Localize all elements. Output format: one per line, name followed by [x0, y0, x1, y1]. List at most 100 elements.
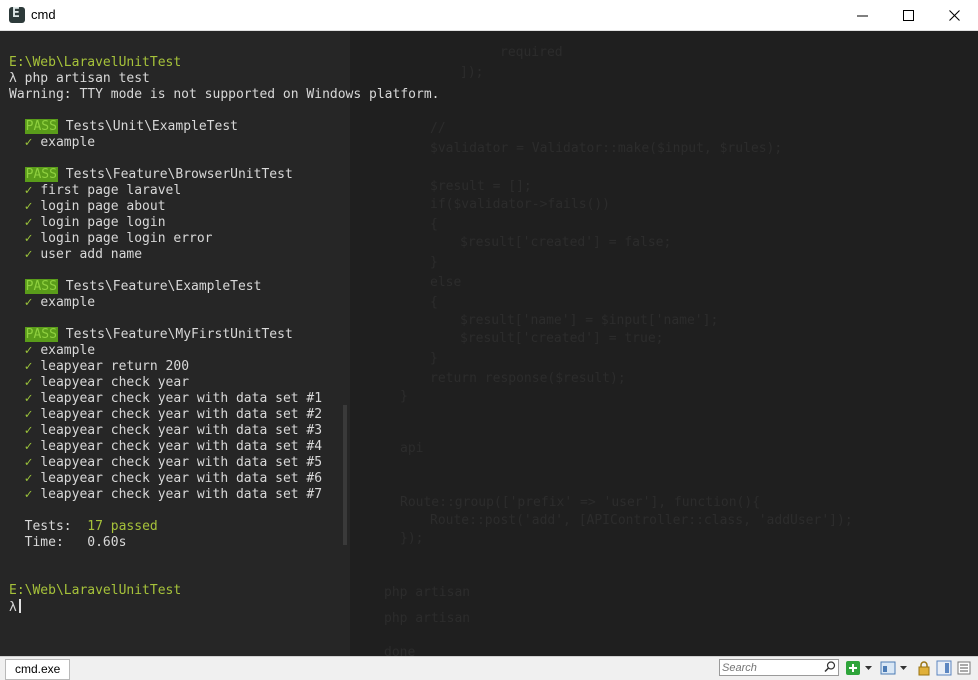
test-case-name: login page about [40, 199, 166, 214]
maximize-icon [903, 10, 914, 21]
test-suite-name: Tests\Unit\ExampleTest [65, 119, 238, 134]
test-case-name: example [40, 135, 96, 150]
check-icon: ✓ [24, 343, 33, 358]
test-case-name: first page laravel [40, 183, 182, 198]
terminal-line: PASS Tests\Feature\BrowserUnitTest [9, 167, 439, 183]
test-case-name: leapyear check year with data set #3 [40, 423, 323, 438]
prompt-path: E:\Web\LaravelUnitTest [9, 583, 182, 598]
pass-badge: PASS [24, 119, 58, 134]
test-case-name: login page login error [40, 231, 213, 246]
terminal-line: ✓ example [9, 295, 439, 311]
test-case-name: leapyear check year with data set #2 [40, 407, 323, 422]
check-icon: ✓ [24, 215, 33, 230]
test-case-name: leapyear check year [40, 375, 190, 390]
terminal-line: ✓ leapyear check year with data set #3 [9, 423, 439, 439]
check-icon: ✓ [24, 423, 33, 438]
test-suite-name: Tests\Feature\MyFirstUnitTest [65, 327, 293, 342]
minimize-icon [857, 15, 868, 17]
test-case-name: leapyear check year with data set #4 [40, 439, 323, 454]
new-console-icon[interactable] [845, 660, 861, 676]
terminal-line: ✓ leapyear check year with data set #7 [9, 487, 439, 503]
prompt-path: E:\Web\LaravelUnitTest [9, 55, 182, 70]
check-icon: ✓ [24, 391, 33, 406]
console-background-pane: required ]); // $validator = Validator::… [350, 31, 978, 656]
terminal-line: λ [9, 599, 439, 615]
command-text: php artisan test [24, 71, 150, 86]
terminal-line: ✓ login page login error [9, 231, 439, 247]
tests-passed-count: 17 passed [87, 519, 158, 534]
close-button[interactable] [932, 0, 978, 31]
check-icon: ✓ [24, 375, 33, 390]
test-case-name: example [40, 343, 96, 358]
summary-label: Tests: [24, 519, 88, 534]
test-case-name: leapyear check year with data set #6 [40, 471, 323, 486]
search-icon[interactable] [824, 661, 836, 673]
test-case-name: leapyear return 200 [40, 359, 190, 374]
terminal-line: ✓ login page login [9, 215, 439, 231]
check-icon: ✓ [24, 247, 33, 262]
check-icon: ✓ [24, 359, 33, 374]
output-text: Warning: TTY mode is not supported on Wi… [9, 87, 440, 102]
test-case-name: user add name [40, 247, 143, 262]
lock-icon[interactable] [916, 660, 932, 676]
check-icon: ✓ [24, 183, 33, 198]
check-icon: ✓ [24, 439, 33, 454]
terminal-output[interactable]: E:\Web\LaravelUnitTest λ php artisan test… [9, 55, 439, 615]
prompt-lambda: λ [9, 600, 17, 615]
terminal-line: ✓ leapyear check year with data set #1 [9, 391, 439, 407]
view-dropdown-icon[interactable] [899, 660, 909, 676]
tab-cmd-exe[interactable]: cmd.exe [5, 659, 71, 680]
test-case-name: example [40, 295, 96, 310]
split-view-icon[interactable] [936, 660, 952, 676]
check-icon: ✓ [24, 471, 33, 486]
new-console-dropdown-icon[interactable] [864, 660, 874, 676]
minimize-button[interactable] [840, 0, 886, 31]
terminal-line: λ php artisan test [9, 71, 439, 87]
test-suite-name: Tests\Feature\BrowserUnitTest [65, 167, 293, 182]
terminal-line: ✓ login page about [9, 199, 439, 215]
close-icon [949, 10, 960, 21]
pass-badge: PASS [24, 327, 58, 342]
cmder-icon [9, 6, 25, 23]
search-box[interactable] [719, 659, 839, 676]
pass-badge: PASS [24, 279, 58, 294]
window-title: cmd [31, 7, 56, 22]
terminal-line: ✓ leapyear check year [9, 375, 439, 391]
check-icon: ✓ [24, 295, 33, 310]
terminal-line: PASS Tests\Feature\MyFirstUnitTest [9, 327, 439, 343]
test-case-name: leapyear check year with data set #7 [40, 487, 323, 502]
prompt-lambda: λ [9, 71, 17, 86]
text-cursor [18, 599, 21, 613]
terminal-line: E:\Web\LaravelUnitTest [9, 583, 439, 599]
terminal-line: ✓ example [9, 135, 439, 151]
pass-badge: PASS [24, 167, 58, 182]
terminal-line: PASS Tests\Feature\ExampleTest [9, 279, 439, 295]
terminal-line: ✓ leapyear return 200 [9, 359, 439, 375]
test-case-name: login page login [40, 215, 166, 230]
terminal-line: ✓ leapyear check year with data set #5 [9, 455, 439, 471]
terminal-line: PASS Tests\Unit\ExampleTest [9, 119, 439, 135]
maximize-button[interactable] [886, 0, 932, 31]
terminal-line: Warning: TTY mode is not supported on Wi… [9, 87, 439, 103]
search-input[interactable] [722, 660, 818, 675]
check-icon: ✓ [24, 135, 33, 150]
terminal-line: ✓ user add name [9, 247, 439, 263]
terminal-line: Tests: 17 passed [9, 519, 439, 535]
menu-icon[interactable] [956, 660, 972, 676]
check-icon: ✓ [24, 455, 33, 470]
check-icon: ✓ [24, 487, 33, 502]
test-case-name: leapyear check year with data set #1 [40, 391, 323, 406]
terminal-line: E:\Web\LaravelUnitTest [9, 55, 439, 71]
view-mode-icon[interactable] [880, 660, 896, 676]
title-bar: cmd [0, 0, 978, 31]
terminal-line: Time: 0.60s [9, 535, 439, 551]
status-bar: cmd.exe [0, 656, 978, 680]
summary-label: Time: [24, 535, 88, 550]
test-case-name: leapyear check year with data set #5 [40, 455, 323, 470]
